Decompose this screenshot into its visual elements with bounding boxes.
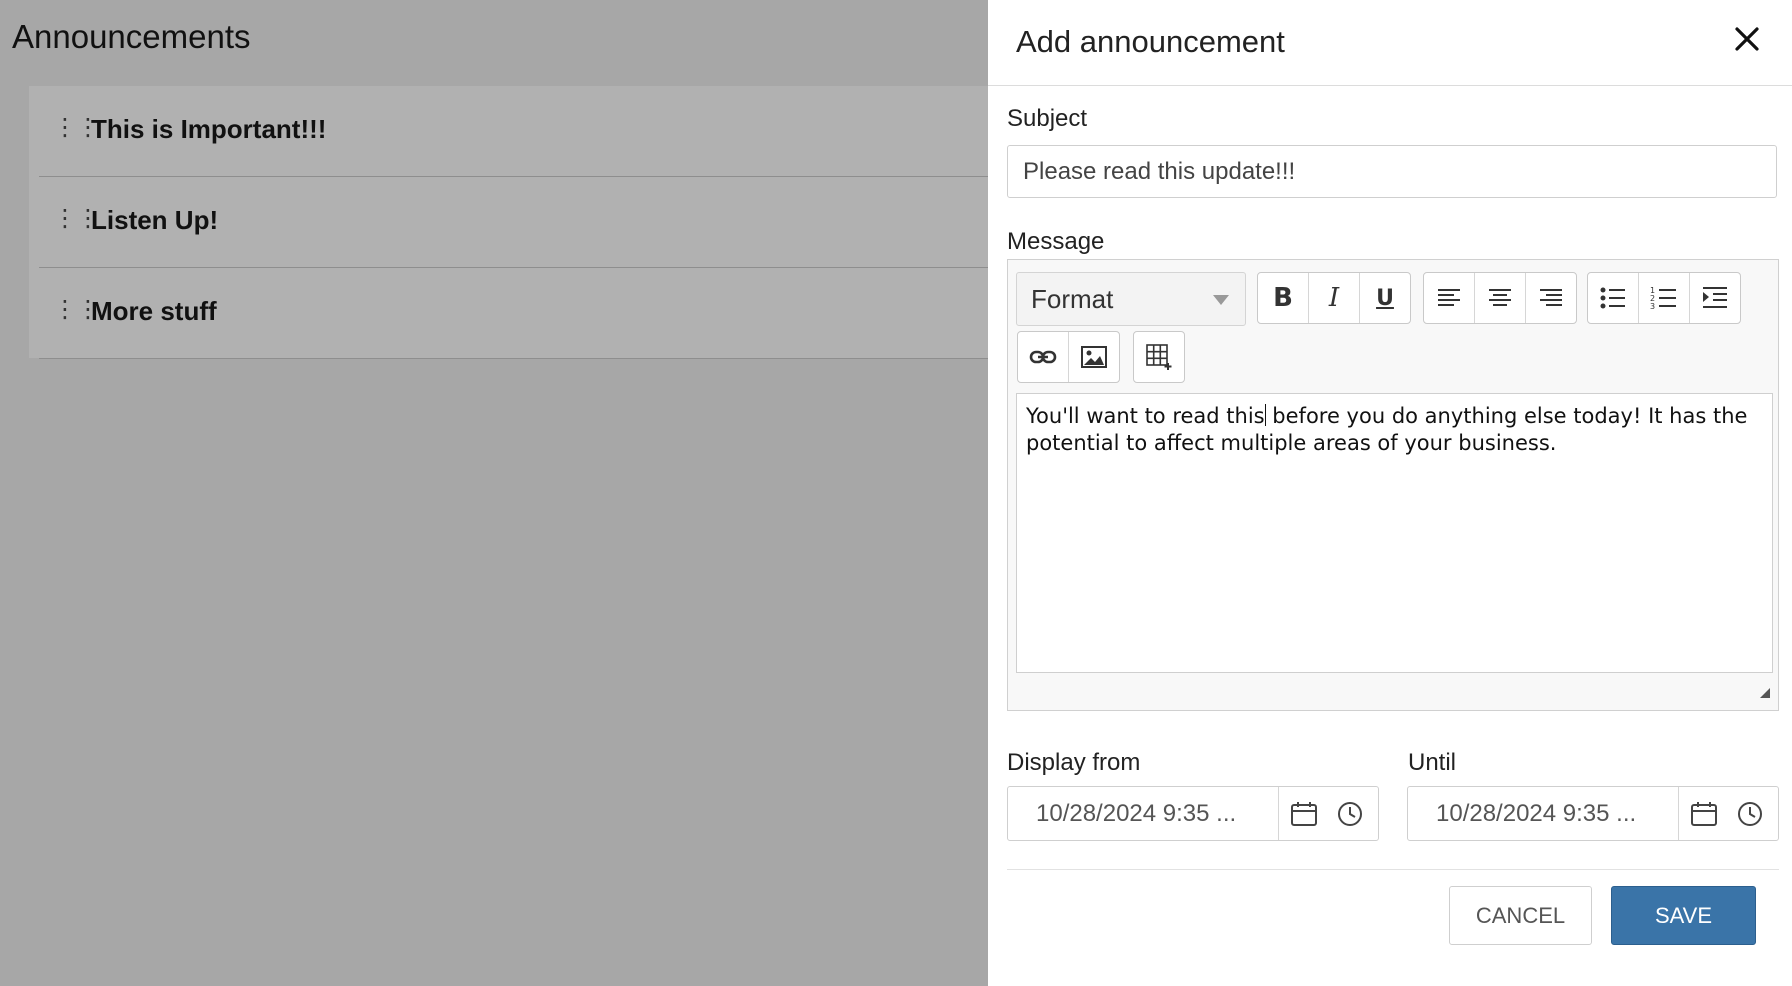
list-item[interactable]: ⋮⋮ Listen Up!: [39, 177, 988, 268]
clock-icon[interactable]: [1737, 801, 1763, 827]
indent-button[interactable]: [1690, 273, 1740, 323]
subject-input[interactable]: [1007, 145, 1777, 198]
rich-text-editor: Format B I U 123 You'll want to read thi…: [1007, 259, 1779, 711]
page-title: Announcements: [12, 18, 251, 55]
until-field[interactable]: 10/28/2024 9:35 ...: [1407, 786, 1779, 841]
bold-button[interactable]: B: [1258, 273, 1309, 323]
message-text-start: You'll want to read this: [1026, 404, 1265, 428]
display-from-value: 10/28/2024 9:35 ...: [1036, 800, 1237, 827]
indent-icon: [1703, 287, 1727, 308]
insert-table-button[interactable]: [1134, 332, 1184, 382]
footer-divider: [1007, 869, 1779, 870]
resize-handle-icon[interactable]: [1760, 688, 1770, 698]
announcement-list: ⋮⋮ This is Important!!! ⋮⋮ Listen Up! ⋮⋮…: [29, 86, 988, 359]
message-label: Message: [1007, 228, 1105, 255]
table-group: [1133, 331, 1185, 383]
close-icon: [1735, 27, 1759, 51]
insert-group: [1017, 331, 1120, 383]
field-divider: [1678, 787, 1679, 840]
underline-icon: U: [1376, 285, 1394, 311]
underline-button[interactable]: U: [1360, 273, 1410, 323]
announcement-title: More stuff: [91, 296, 217, 326]
announcement-title: This is Important!!!: [91, 114, 327, 144]
format-dropdown-value: Format: [1031, 284, 1114, 314]
announcement-title: Listen Up!: [91, 205, 219, 235]
background-page: Announcements ⋮⋮ This is Important!!! ⋮⋮…: [0, 0, 988, 986]
align-center-icon: [1489, 289, 1511, 306]
clock-icon[interactable]: [1337, 801, 1363, 827]
list-group: 123: [1587, 272, 1741, 324]
align-right-button[interactable]: [1526, 273, 1576, 323]
display-from-field[interactable]: 10/28/2024 9:35 ...: [1007, 786, 1379, 841]
table-icon: [1146, 344, 1172, 370]
field-divider: [1278, 787, 1279, 840]
text-style-group: B I U: [1257, 272, 1411, 324]
calendar-icon[interactable]: [1290, 801, 1318, 827]
subject-label: Subject: [1007, 105, 1088, 132]
link-button[interactable]: [1018, 332, 1069, 382]
list-item[interactable]: ⋮⋮ This is Important!!!: [39, 86, 988, 177]
save-button[interactable]: SAVE: [1611, 886, 1756, 945]
list-item[interactable]: ⋮⋮ More stuff: [39, 268, 988, 359]
align-right-icon: [1540, 289, 1562, 306]
image-button[interactable]: [1069, 332, 1119, 382]
format-dropdown[interactable]: Format: [1016, 272, 1246, 326]
close-button[interactable]: [1730, 22, 1764, 56]
align-left-button[interactable]: [1424, 273, 1475, 323]
message-editor-area[interactable]: You'll want to read this before you do a…: [1016, 393, 1773, 673]
bulleted-list-icon: [1600, 287, 1625, 309]
numbered-list-button[interactable]: 123: [1639, 273, 1690, 323]
until-label: Until: [1408, 749, 1457, 776]
add-announcement-panel: Add announcement Subject Message Format …: [988, 0, 1792, 986]
bold-icon: B: [1273, 283, 1293, 313]
until-value: 10/28/2024 9:35 ...: [1436, 800, 1637, 827]
link-icon: [1029, 350, 1057, 364]
bulleted-list-button[interactable]: [1588, 273, 1639, 323]
image-icon: [1081, 346, 1107, 368]
italic-button[interactable]: I: [1309, 273, 1360, 323]
display-from-label: Display from: [1007, 749, 1141, 776]
alignment-group: [1423, 272, 1577, 324]
align-center-button[interactable]: [1475, 273, 1526, 323]
panel-header: Add announcement: [988, 0, 1792, 86]
calendar-icon[interactable]: [1690, 801, 1718, 827]
panel-title: Add announcement: [1016, 24, 1285, 59]
svg-text:3: 3: [1650, 302, 1655, 311]
italic-icon: I: [1328, 283, 1340, 313]
numbered-list-icon: 123: [1650, 286, 1676, 311]
cancel-button[interactable]: CANCEL: [1449, 886, 1592, 945]
chevron-down-icon: [1213, 295, 1229, 305]
align-left-icon: [1438, 289, 1460, 306]
